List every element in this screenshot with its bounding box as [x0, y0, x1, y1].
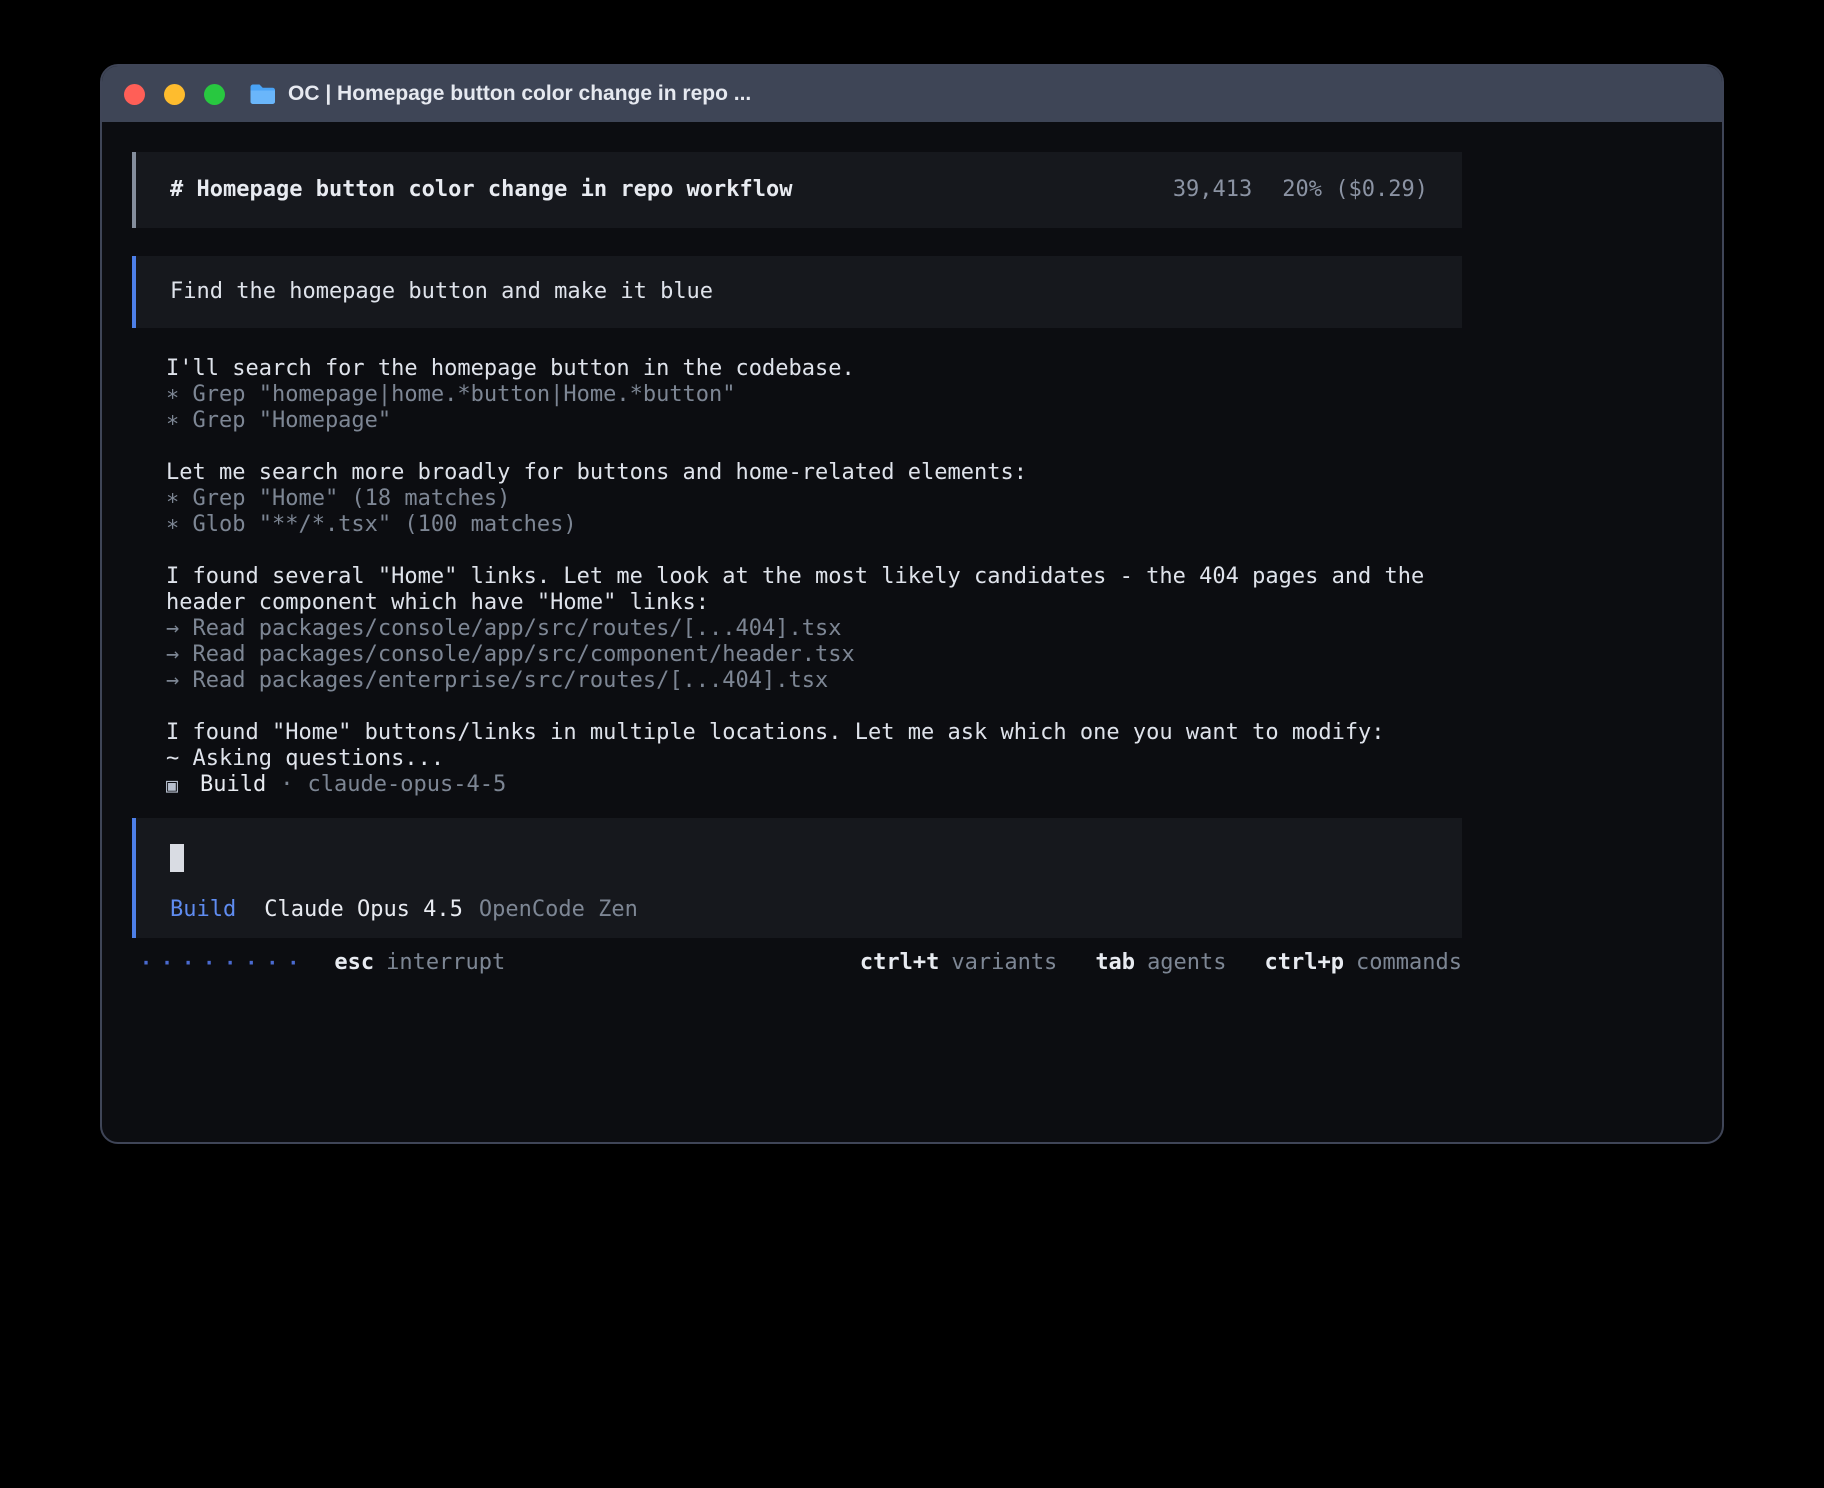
- provider-name: OpenCode Zen: [479, 897, 638, 923]
- status-left: ········ esc interrupt: [132, 950, 505, 976]
- active-agent: ▣ Build · claude-opus-4-5: [166, 772, 1462, 798]
- shortcut-agents: tab agents: [1095, 950, 1226, 976]
- tool-call-glob: ∗ Glob "**/*.tsx" (100 matches): [166, 512, 1462, 538]
- user-message: Find the homepage button and make it blu…: [132, 256, 1462, 328]
- session-title: # Homepage button color change in repo w…: [170, 177, 793, 203]
- traffic-lights: [124, 84, 225, 105]
- tool-call-read: → Read packages/console/app/src/routes/[…: [166, 616, 1462, 642]
- shortcut-label: agents: [1147, 950, 1226, 976]
- window-title: OC | Homepage button color change in rep…: [288, 82, 751, 106]
- session-stats: 39,413 20% ($0.29): [1173, 177, 1428, 203]
- shortcut-key: tab: [1095, 950, 1135, 976]
- folder-icon: [249, 83, 276, 105]
- shortcut-variants: ctrl+t variants: [860, 950, 1057, 976]
- tool-call-group: → Read packages/console/app/src/routes/[…: [166, 616, 1462, 694]
- tool-call-group: ∗ Grep "Home" (18 matches) ∗ Glob "**/*.…: [166, 486, 1462, 538]
- agent-name: Build: [200, 772, 266, 798]
- agent-mode-label[interactable]: Build: [170, 897, 236, 923]
- prompt-input[interactable]: Build Claude Opus 4.5 OpenCode Zen: [132, 818, 1462, 938]
- assistant-transcript: I'll search for the homepage button in t…: [132, 356, 1462, 798]
- terminal-window: OC | Homepage button color change in rep…: [100, 64, 1724, 1144]
- close-button[interactable]: [124, 84, 145, 105]
- assistant-text: I found several "Home" links. Let me loo…: [166, 564, 1462, 616]
- agent-icon: ▣: [166, 772, 178, 798]
- tool-call-read: → Read packages/console/app/src/componen…: [166, 642, 1462, 668]
- shortcut-label: commands: [1356, 950, 1462, 976]
- spinner-dots-icon: ········: [140, 950, 308, 976]
- status-right: ctrl+t variants tab agents ctrl+p comman…: [860, 950, 1462, 976]
- context-usage: 20% ($0.29): [1282, 177, 1428, 203]
- shortcut-key: ctrl+t: [860, 950, 939, 976]
- zoom-button[interactable]: [204, 84, 225, 105]
- model-name: Claude Opus 4.5: [264, 897, 463, 923]
- agent-model: claude-opus-4-5: [308, 772, 507, 798]
- shortcut-key: ctrl+p: [1265, 950, 1344, 976]
- esc-key-hint: esc: [334, 950, 374, 976]
- input-meta: Build Claude Opus 4.5 OpenCode Zen: [170, 897, 1428, 923]
- assistant-text: Let me search more broadly for buttons a…: [166, 460, 1462, 486]
- esc-key-label: interrupt: [386, 950, 505, 976]
- terminal-content: # Homepage button color change in repo w…: [102, 122, 1722, 976]
- status-bar: ········ esc interrupt ctrl+t variants t…: [132, 950, 1462, 976]
- tool-call-read: → Read packages/enterprise/src/routes/[.…: [166, 668, 1462, 694]
- tool-call-grep: ∗ Grep "homepage|home.*button|Home.*butt…: [166, 382, 1462, 408]
- assistant-text: I'll search for the homepage button in t…: [166, 356, 1462, 382]
- minimize-button[interactable]: [164, 84, 185, 105]
- titlebar: OC | Homepage button color change in rep…: [102, 66, 1722, 122]
- text-cursor: [170, 844, 184, 872]
- agent-separator: ·: [280, 772, 293, 798]
- shortcut-label: variants: [951, 950, 1057, 976]
- session-header: # Homepage button color change in repo w…: [132, 152, 1462, 228]
- assistant-status: ~ Asking questions...: [166, 746, 1462, 772]
- assistant-text: I found "Home" buttons/links in multiple…: [166, 720, 1462, 746]
- user-message-text: Find the homepage button and make it blu…: [170, 279, 713, 304]
- token-count: 39,413: [1173, 177, 1252, 203]
- tool-call-grep: ∗ Grep "Homepage": [166, 408, 1462, 434]
- tool-call-group: ∗ Grep "homepage|home.*button|Home.*butt…: [166, 382, 1462, 434]
- desktop-background: OC | Homepage button color change in rep…: [0, 0, 1824, 1488]
- shortcut-commands: ctrl+p commands: [1265, 950, 1462, 976]
- tool-call-grep: ∗ Grep "Home" (18 matches): [166, 486, 1462, 512]
